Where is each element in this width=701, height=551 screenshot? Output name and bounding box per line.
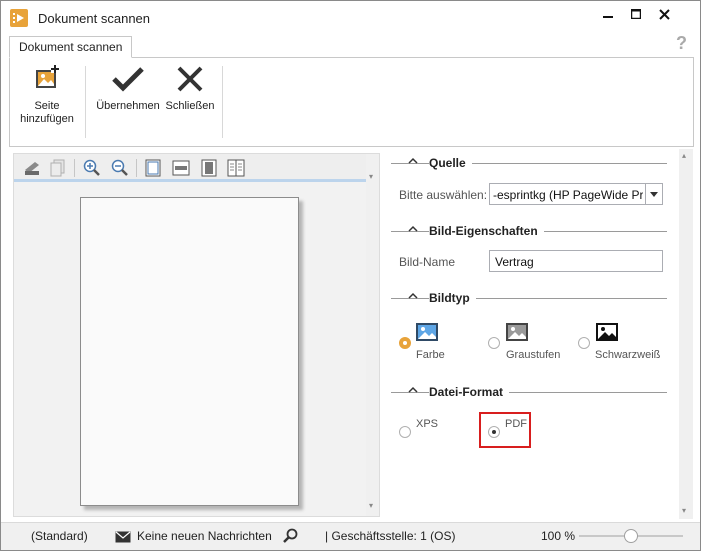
tab-dokument-scannen[interactable]: Dokument scannen (9, 36, 133, 58)
status-bar: (Standard) Keine neuen Nachrichten | Ges… (1, 522, 700, 550)
fit-width-icon[interactable] (171, 158, 191, 178)
radio-option-schwarzweiss[interactable]: Schwarzweiß (578, 323, 668, 363)
radio-label: XPS (416, 418, 439, 430)
scroll-up-icon[interactable]: ▴ (682, 151, 686, 160)
scanned-page-preview (80, 197, 299, 506)
envelope-icon[interactable] (115, 531, 131, 543)
section-bildtyp[interactable]: Bildtyp (391, 290, 667, 306)
toolbar-divider (136, 159, 137, 177)
radio-button[interactable] (399, 337, 411, 349)
two-pages-icon[interactable] (226, 158, 246, 178)
section-title: Quelle (429, 156, 472, 170)
add-page-button[interactable]: Seite hinzufügen (16, 62, 78, 126)
add-page-label: Seite hinzufügen (20, 100, 74, 125)
minimize-button[interactable] (593, 3, 623, 25)
close-window-button[interactable] (649, 3, 679, 25)
radio-label: PDF (505, 418, 527, 430)
settings-scrollbar[interactable]: ▴ ▾ (679, 149, 693, 519)
radio-button[interactable] (488, 337, 500, 349)
accept-label: Übernehmen (96, 100, 160, 112)
scan-dialog-window: Dokument scannen ? Dokument scannen Seit… (0, 0, 701, 551)
chevron-up-icon[interactable] (408, 386, 418, 394)
radio-button[interactable] (488, 426, 500, 438)
radio-option-xps[interactable]: XPS (399, 417, 449, 457)
search-icon[interactable] (282, 528, 298, 544)
section-datei-format[interactable]: Datei-Format (391, 384, 667, 400)
window-title: Dokument scannen (38, 11, 151, 26)
zoom-slider-thumb[interactable] (624, 529, 638, 543)
status-messages[interactable]: Keine neuen Nachrichten (137, 529, 272, 543)
status-standard: (Standard) (31, 529, 88, 543)
ribbon-divider (222, 66, 223, 138)
ribbon: Seite hinzufügen Übernehmen Schließen (9, 57, 694, 147)
status-office: | Geschäftsstelle: 1 (OS) (325, 529, 456, 543)
scanner-source-value: -esprintkg (HP PageWide Pro 47 (493, 188, 643, 202)
scroll-down-icon[interactable]: ▾ (369, 501, 373, 510)
chevron-up-icon[interactable] (408, 157, 418, 165)
section-bild-eigenschaften[interactable]: Bild-Eigenschaften (391, 223, 667, 239)
section-quelle[interactable]: Quelle (391, 155, 667, 171)
scroll-down-icon[interactable]: ▾ (682, 506, 686, 515)
radio-label: Farbe (416, 349, 445, 361)
scanner-source-select[interactable]: -esprintkg (HP PageWide Pro 47 (489, 183, 663, 205)
radio-label: Graustufen (506, 349, 561, 361)
chevron-up-icon[interactable] (408, 225, 418, 233)
maximize-button[interactable] (621, 3, 651, 25)
scroll-down-icon[interactable]: ▾ (369, 172, 373, 181)
zoom-out-icon[interactable] (110, 158, 130, 178)
radio-button[interactable] (399, 426, 411, 438)
zoom-in-icon[interactable] (82, 158, 102, 178)
radio-option-graustufen[interactable]: Graustufen (488, 323, 578, 363)
dropdown-arrow-icon[interactable] (645, 184, 662, 204)
radio-option-pdf[interactable]: PDF (488, 417, 533, 457)
accept-button[interactable]: Übernehmen (94, 62, 162, 113)
preview-toolbar (14, 154, 367, 182)
close-button[interactable]: Schließen (164, 62, 216, 113)
ribbon-divider (85, 66, 86, 138)
fit-page-icon[interactable] (143, 158, 163, 178)
scan-preview-pane: ▾ ▾ (13, 153, 380, 517)
image-name-input[interactable]: Vertrag (489, 250, 663, 272)
section-title: Bild-Eigenschaften (429, 224, 544, 238)
preview-scrollbar[interactable]: ▾ ▾ (366, 154, 379, 516)
scan-settings-panel: Quelle Bitte auswählen: -esprintkg (HP P… (385, 149, 679, 519)
zoom-level: 100 % (541, 529, 576, 543)
close-icon (164, 62, 216, 96)
single-page-icon[interactable] (199, 158, 219, 178)
color-image-icon (416, 323, 438, 341)
source-select-label: Bitte auswählen: (399, 188, 488, 202)
section-title: Datei-Format (429, 385, 510, 399)
add-image-icon (16, 62, 78, 96)
chevron-up-icon[interactable] (408, 292, 418, 300)
radio-option-farbe[interactable]: Farbe (399, 323, 479, 363)
ribbon-tabstrip: Dokument scannen (1, 35, 700, 58)
title-bar: Dokument scannen (1, 1, 700, 35)
scanner-icon[interactable] (22, 158, 42, 178)
section-title: Bildtyp (429, 291, 476, 305)
close-label: Schließen (165, 100, 215, 112)
image-name-label: Bild-Name (399, 255, 456, 269)
app-logo-icon (10, 9, 28, 27)
blackwhite-image-icon (596, 323, 618, 341)
radio-label: Schwarzweiß (595, 349, 661, 361)
radio-button[interactable] (578, 337, 590, 349)
checkmark-icon (94, 62, 162, 96)
grayscale-image-icon (506, 323, 528, 341)
toolbar-divider (74, 159, 75, 177)
copy-page-icon[interactable] (48, 158, 68, 178)
